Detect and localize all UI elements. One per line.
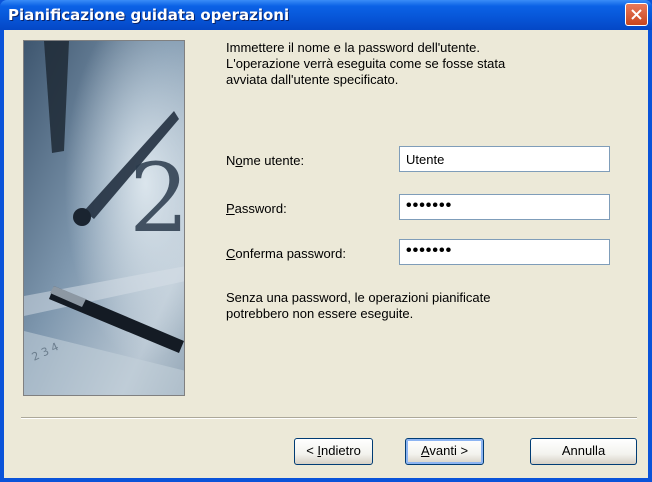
close-button[interactable] (625, 3, 648, 26)
intro-line: avviata dall'utente specificato. (226, 72, 399, 87)
back-button[interactable]: < Indietro (294, 438, 373, 465)
note-line: Senza una password, le operazioni pianif… (226, 290, 491, 305)
wizard-illustration: 2 2 3 4 (23, 40, 185, 396)
intro-text: Immettere il nome e la password dell'ute… (226, 40, 606, 88)
cancel-button[interactable]: Annulla (530, 438, 637, 465)
separator (21, 417, 637, 419)
password-label: Password: (226, 201, 287, 216)
confirm-password-value: ••••••• (406, 242, 453, 259)
password-value: ••••••• (406, 197, 453, 214)
password-field[interactable]: ••••••• (399, 194, 610, 220)
window-title: Pianificazione guidata operazioni (8, 6, 290, 24)
intro-line: L'operazione verrà eseguita come se foss… (226, 56, 506, 71)
note-line: potrebbero non essere eseguite. (226, 306, 414, 321)
svg-text:2: 2 (129, 144, 185, 254)
confirm-password-label: Conferma password: (226, 246, 346, 261)
title-bar[interactable]: Pianificazione guidata operazioni (0, 0, 652, 30)
username-value: Utente (406, 152, 445, 167)
intro-line: Immettere il nome e la password dell'ute… (226, 40, 480, 55)
close-icon (631, 9, 642, 20)
window-border-right (648, 30, 652, 482)
next-button[interactable]: Avanti > (405, 438, 484, 465)
username-label: Nome utente: (226, 153, 305, 168)
confirm-password-field[interactable]: ••••••• (399, 239, 610, 265)
username-field[interactable]: Utente (399, 146, 610, 172)
window-border-left (0, 30, 4, 482)
password-note: Senza una password, le operazioni pianif… (226, 290, 606, 322)
